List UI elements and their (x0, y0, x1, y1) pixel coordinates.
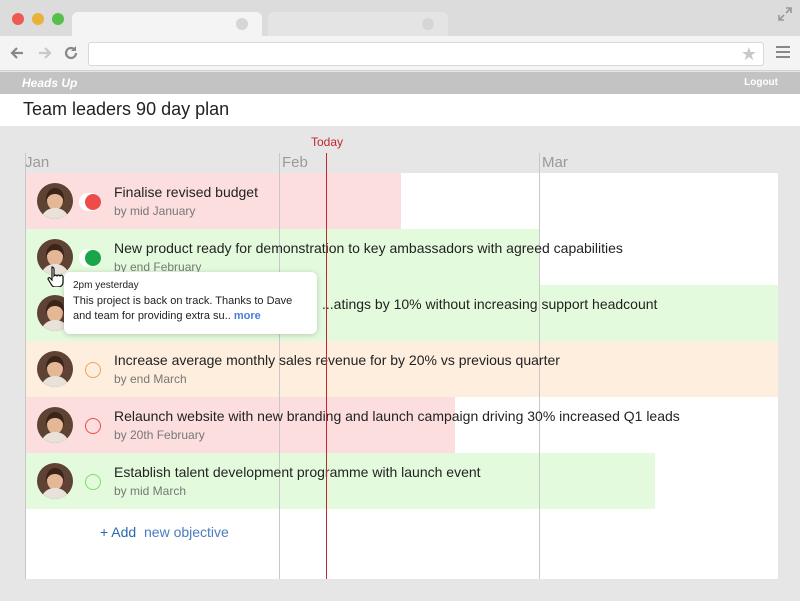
status-indicator-green-outline[interactable] (85, 474, 101, 490)
add-objective-label[interactable]: new objective (144, 524, 229, 540)
avatar (37, 351, 73, 387)
tab-close-icon[interactable] (236, 18, 248, 30)
today-label: Today (311, 135, 344, 149)
objective-deadline: by mid January (114, 204, 196, 218)
objective-title[interactable]: Finalise revised budget (114, 184, 258, 200)
tab-close-icon[interactable] (422, 18, 434, 30)
comment-text: This project is back on track. Thanks to… (73, 295, 293, 322)
forward-arrow-icon[interactable] (36, 44, 54, 62)
objective-title[interactable]: Establish talent development programme w… (114, 464, 481, 480)
status-indicator-orange[interactable] (85, 362, 101, 378)
today-marker (326, 153, 327, 579)
logout-link[interactable]: Logout (744, 77, 778, 88)
hand-cursor-icon (47, 266, 64, 287)
objective-deadline: by end March (114, 372, 187, 386)
app-name: Heads Up (22, 76, 78, 90)
star-icon[interactable]: ★ (741, 44, 757, 64)
objective-row[interactable]: Establish talent development programme w… (25, 453, 778, 509)
more-link[interactable]: more (234, 310, 261, 322)
objective-deadline: by mid March (114, 484, 187, 498)
objective-deadline: by 20th February (114, 428, 205, 442)
objective-row[interactable]: Increase average monthly sales revenue f… (25, 341, 778, 397)
address-bar[interactable]: ★ (88, 42, 764, 66)
avatar (37, 183, 73, 219)
close-window-button[interactable] (12, 13, 24, 25)
browser-toolbar: ★ (0, 36, 800, 71)
month-label: Feb (282, 154, 308, 171)
month-label: Jan (25, 154, 50, 171)
objective-row[interactable]: Finalise revised budget by mid January (25, 173, 778, 229)
month-label: Mar (542, 154, 568, 171)
objective-title[interactable]: ...atings by 10% without increasing supp… (322, 296, 657, 312)
menu-icon[interactable] (776, 46, 790, 60)
status-indicator-green[interactable] (85, 250, 101, 266)
browser-tab-inactive[interactable] (268, 12, 448, 36)
reload-icon[interactable] (62, 44, 80, 62)
browser-tab-active[interactable] (72, 12, 262, 36)
objective-title[interactable]: Increase average monthly sales revenue f… (114, 352, 560, 368)
objective-row[interactable]: Relaunch website with new branding and l… (25, 397, 778, 453)
expand-icon[interactable] (778, 7, 792, 21)
month-divider (25, 153, 26, 579)
status-indicator-red-outline[interactable] (85, 418, 101, 434)
status-indicator-red[interactable] (85, 194, 101, 210)
page-title: Team leaders 90 day plan (23, 99, 230, 119)
status-comment-tooltip: 2pm yesterday This project is back on tr… (64, 272, 317, 334)
avatar (37, 463, 73, 499)
back-arrow-icon[interactable] (8, 44, 26, 62)
title-bar: Team leaders 90 day plan (0, 94, 800, 126)
comment-timestamp: 2pm yesterday (73, 280, 139, 291)
maximize-window-button[interactable] (52, 13, 64, 25)
browser-tab-strip (0, 0, 800, 36)
objective-title[interactable]: New product ready for demonstration to k… (114, 240, 623, 256)
app-header: Heads Up Logout (0, 72, 800, 94)
add-objective-button[interactable]: + Add (100, 524, 136, 540)
minimize-window-button[interactable] (32, 13, 44, 25)
avatar (37, 407, 73, 443)
objective-title[interactable]: Relaunch website with new branding and l… (114, 408, 680, 424)
